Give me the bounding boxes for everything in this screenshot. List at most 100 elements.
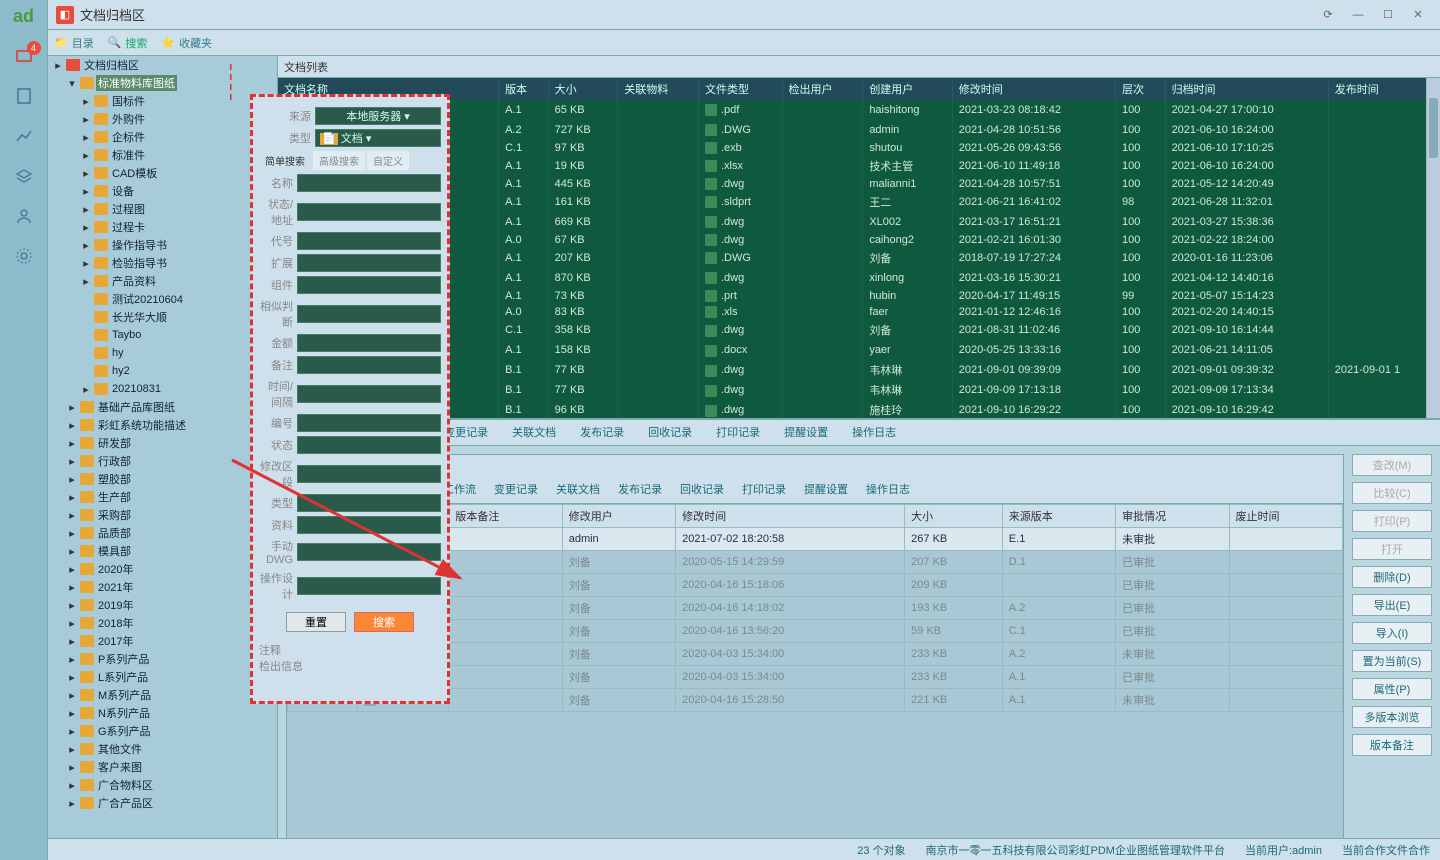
grid-row[interactable]: A.067 KB.dwgcaihong22021-02-21 16:01:301… (278, 232, 1440, 248)
tree-node[interactable]: ▸2019年 (48, 596, 277, 614)
minimize-icon[interactable]: — (1344, 4, 1372, 26)
col-header[interactable]: 创建用户 (863, 78, 952, 100)
tree-node[interactable]: ▸CAD模板 (48, 164, 277, 182)
tree-node[interactable]: ▸基础产品库图纸 (48, 398, 277, 416)
ptab-custom[interactable]: 自定义 (367, 151, 409, 170)
grid-row[interactable]: 编码规则.docxA.1158 KB.docxyaer2020-05-25 13… (278, 340, 1440, 360)
field-input[interactable] (297, 543, 441, 561)
sub-col-header[interactable]: 修改时间 (676, 505, 905, 528)
refresh-icon[interactable]: ⟳ (1314, 4, 1342, 26)
field-input[interactable] (297, 516, 441, 534)
action-button[interactable]: 属性(P) (1352, 678, 1432, 700)
tree-node[interactable]: ▸N系列产品 (48, 704, 277, 722)
action-button[interactable]: 比较(C) (1352, 482, 1432, 504)
tree-node[interactable]: ▸20210831 (48, 380, 277, 398)
grid-row[interactable]: A.083 KB.xlsfaer2021-01-12 12:46:1610020… (278, 304, 1440, 320)
tab-search[interactable]: 🔍 搜索 (108, 35, 148, 51)
tree-node[interactable]: ▸广合物料区 (48, 776, 277, 794)
action-button[interactable]: 多版本浏览 (1352, 706, 1432, 728)
sub-col-header[interactable]: 大小 (905, 505, 1003, 528)
sub-tab[interactable]: 变更记录 (486, 479, 546, 501)
tree-node[interactable]: ▸广合产品区 (48, 794, 277, 812)
tree-node[interactable]: Taybo (48, 326, 277, 344)
grid-row[interactable]: 图纸782.dwgB.196 KB.dwg施桂玲2021-09-10 16:29… (278, 400, 1440, 418)
tree-node[interactable]: ▸G系列产品 (48, 722, 277, 740)
grid-row[interactable]: 2M罐形浮筒 Model (1).pdfA.165 KB.pdfhaishito… (278, 100, 1440, 120)
detail-tab[interactable]: 关联文档 (501, 419, 567, 445)
tree-node[interactable]: ▸过程图 (48, 200, 277, 218)
grid-row[interactable]: A.1445 KB.dwgmalianni12021-04-28 10:57:5… (278, 176, 1440, 192)
field-input[interactable] (297, 414, 441, 432)
tree-node[interactable]: ▸L系列产品 (48, 668, 277, 686)
col-header[interactable]: 版本 (499, 78, 549, 100)
users-icon[interactable] (13, 205, 35, 227)
tree-node[interactable]: ▸2020年 (48, 560, 277, 578)
grid-row[interactable]: 2.prtA.173 KB.prthubin2020-04-17 11:49:1… (278, 288, 1440, 304)
tree-node[interactable]: ▸操作指导书 (48, 236, 277, 254)
action-button[interactable]: 打印(P) (1352, 510, 1432, 532)
tree-node[interactable]: ▸过程卡 (48, 218, 277, 236)
folder-tree[interactable]: ▸文档归档区▾标准物料库图纸▸国标件▸外购件▸企标件▸标准件▸CAD模板▸设备▸… (48, 56, 278, 860)
action-button[interactable]: 版本备注 (1352, 734, 1432, 756)
field-input[interactable] (297, 305, 441, 323)
field-input[interactable] (297, 385, 441, 403)
action-button[interactable]: 导出(E) (1352, 594, 1432, 616)
tree-node[interactable]: hy2 (48, 362, 277, 380)
field-input[interactable] (297, 494, 441, 512)
tree-node[interactable]: ▸2021年 (48, 578, 277, 596)
sub-tab[interactable]: 关联文档 (548, 479, 608, 501)
maximize-icon[interactable]: ☐ (1374, 4, 1402, 26)
field-input[interactable] (297, 356, 441, 374)
field-input[interactable] (297, 334, 441, 352)
detail-tab[interactable]: 回收记录 (637, 419, 703, 445)
tree-node[interactable]: ▸品质部 (48, 524, 277, 542)
grid-row[interactable]: 图.DWGA.2727 KB.DWGadmin2021-04-28 10:51:… (278, 120, 1440, 140)
tree-node[interactable]: ▸2017年 (48, 632, 277, 650)
tree-node[interactable]: ▸设备 (48, 182, 277, 200)
close-icon[interactable]: ✕ (1404, 4, 1432, 26)
ptab-advanced[interactable]: 高级搜索 (313, 151, 365, 170)
col-header[interactable]: 文件类型 (698, 78, 782, 100)
sub-col-header[interactable]: 版本备注 (449, 505, 562, 528)
action-button[interactable]: 删除(D) (1352, 566, 1432, 588)
tab-favorites[interactable]: ⭐ 收藏夹 (161, 35, 212, 51)
col-header[interactable]: 大小 (548, 78, 618, 100)
tree-node[interactable]: 测试20210604 (48, 290, 277, 308)
reset-button[interactable]: 重置 (286, 612, 346, 632)
col-header[interactable]: 检出用户 (782, 78, 863, 100)
tree-node[interactable]: ▸其他文件 (48, 740, 277, 758)
grid-scrollbar[interactable] (1426, 78, 1440, 418)
sub-tab[interactable]: 发布记录 (610, 479, 670, 501)
field-input[interactable] (297, 174, 441, 192)
tree-node[interactable]: ▸P系列产品 (48, 650, 277, 668)
settings-icon[interactable] (13, 245, 35, 267)
action-button[interactable]: 导入(I) (1352, 622, 1432, 644)
action-button[interactable]: 查改(M) (1352, 454, 1432, 476)
col-header[interactable]: 修改时间 (952, 78, 1115, 100)
tree-node[interactable]: ▸检验指导书 (48, 254, 277, 272)
tree-node[interactable]: ▸彩虹系统功能描述 (48, 416, 277, 434)
sub-col-header[interactable]: 修改用户 (562, 505, 675, 528)
col-header[interactable]: 关联物料 (618, 78, 699, 100)
field-input[interactable] (297, 254, 441, 272)
sub-tab[interactable]: 回收记录 (672, 479, 732, 501)
ptab-simple[interactable]: 简单搜索 (259, 151, 311, 170)
col-header[interactable]: 发布时间 (1328, 78, 1439, 100)
tree-node[interactable]: ▸研发部 (48, 434, 277, 452)
tree-node[interactable]: ▸企标件 (48, 128, 277, 146)
grid-row[interactable]: 设计划表_000001...A.119 KB.xlsx技术主管2021-06-1… (278, 156, 1440, 176)
detail-tab[interactable]: 提醒设置 (773, 419, 839, 445)
col-header[interactable]: 层次 (1115, 78, 1165, 100)
sub-col-header[interactable]: 来源版本 (1002, 505, 1115, 528)
sub-tab[interactable]: 打印记录 (734, 479, 794, 501)
tree-node[interactable]: ▸客户来图 (48, 758, 277, 776)
field-input[interactable] (297, 203, 441, 221)
tree-node[interactable]: ▸外购件 (48, 110, 277, 128)
tree-node[interactable]: ▸模具部 (48, 542, 277, 560)
tree-node[interactable]: ▸M系列产品 (48, 686, 277, 704)
detail-tab[interactable]: 发布记录 (569, 419, 635, 445)
tree-node[interactable]: ▸行政部 (48, 452, 277, 470)
tree-node[interactable]: 长光华大顺 (48, 308, 277, 326)
documents-icon[interactable] (13, 85, 35, 107)
tree-node[interactable]: ▸标准件 (48, 146, 277, 164)
